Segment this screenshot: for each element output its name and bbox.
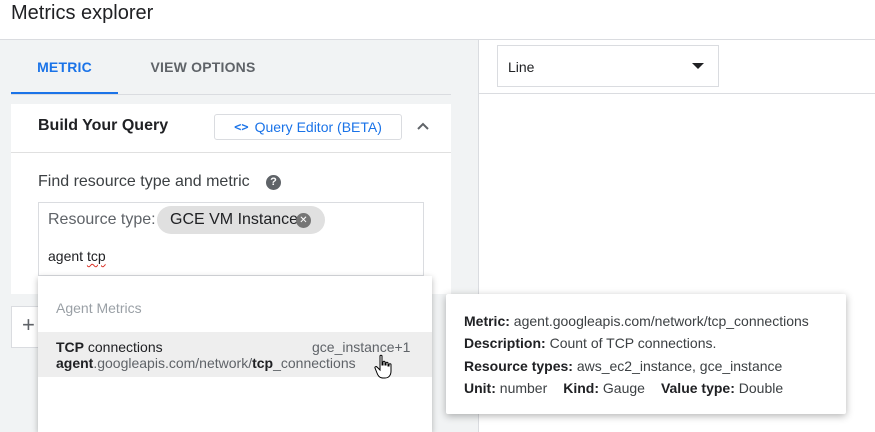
chart-type-value: Line [508, 59, 535, 75]
tooltip-kind-value: Gauge [602, 380, 645, 396]
tooltip-value-type-label: Value type: [660, 380, 735, 396]
path-match-tcp: tcp [252, 355, 274, 371]
code-icon: <> [234, 120, 249, 134]
remove-chip-icon[interactable]: ✕ [296, 213, 311, 228]
path-match-agent: agent [56, 355, 94, 371]
dropdown-group-header: Agent Metrics [56, 300, 142, 316]
tooltip-unit-label: Unit: [464, 380, 496, 396]
metric-tooltip [446, 294, 846, 414]
tooltip-unit-kind-type: Unit: number Kind: Gauge Value type: Doubl… [464, 380, 783, 396]
suggestion-name: TCP connections [56, 339, 163, 355]
suggestion-resource: gce_instance+1 [312, 339, 411, 355]
search-text-misspelled: tcp [86, 248, 106, 264]
path-middle: .googleapis.com/network/ [93, 355, 253, 371]
tooltip-description-value: Count of TCP connections. [549, 335, 717, 351]
caret-down-icon [692, 63, 704, 69]
card-title: Build Your Query [38, 117, 169, 134]
tooltip-kind-label: Kind: [563, 380, 600, 396]
tooltip-resource-types-label: Resource types: [464, 358, 573, 374]
tab-view-options-label: VIEW OPTIONS [150, 59, 256, 75]
tooltip-unit-value: number [499, 380, 548, 396]
help-icon[interactable]: ? [266, 175, 281, 190]
suggestion-name-rest: connections [84, 339, 163, 355]
resource-type-label: Resource type: [48, 211, 156, 228]
tooltip-description-label: Description: [464, 335, 546, 351]
tooltip-value-type-value: Double [738, 380, 784, 396]
tab-bar: METRIC VIEW OPTIONS [11, 40, 451, 94]
hand-cursor-icon [374, 354, 392, 379]
search-text-plain: agent [48, 248, 84, 264]
path-end: _connections [273, 355, 356, 371]
add-icon[interactable]: + [22, 312, 35, 338]
tooltip-metric-value: agent.googleapis.com/network/tcp_connect… [513, 313, 809, 329]
page-title: Metrics explorer [11, 2, 154, 24]
query-editor-button[interactable]: <> Query Editor (BETA) [214, 114, 402, 140]
suggestion-name-match: TCP [56, 339, 84, 355]
card-header-divider [11, 152, 451, 153]
tab-metric[interactable]: METRIC [11, 40, 118, 94]
tooltip-metric-label: Metric: [464, 313, 510, 329]
query-editor-label: Query Editor (BETA) [254, 119, 382, 135]
tab-metric-label: METRIC [37, 59, 92, 75]
search-input[interactable]: agent tcp [48, 248, 106, 264]
find-resource-label: Find resource type and metric [38, 173, 250, 190]
suggestion-path: agent.googleapis.com/network/tcp_connect… [56, 355, 356, 371]
tooltip-resource-types-value: aws_ec2_instance, gce_instance [576, 358, 783, 374]
tab-view-options[interactable]: VIEW OPTIONS [118, 40, 288, 94]
resource-chip-label: GCE VM Instance [170, 211, 299, 228]
chart-toolbar-divider [479, 93, 875, 94]
tabs-divider [11, 94, 451, 95]
chevron-up-icon[interactable] [414, 118, 432, 136]
tooltip-resource-types: Resource types: aws_ec2_instance, gce_in… [464, 358, 782, 374]
tooltip-metric: Metric: agent.googleapis.com/network/tcp… [464, 313, 809, 329]
tooltip-description: Description: Count of TCP connections. [464, 335, 716, 351]
